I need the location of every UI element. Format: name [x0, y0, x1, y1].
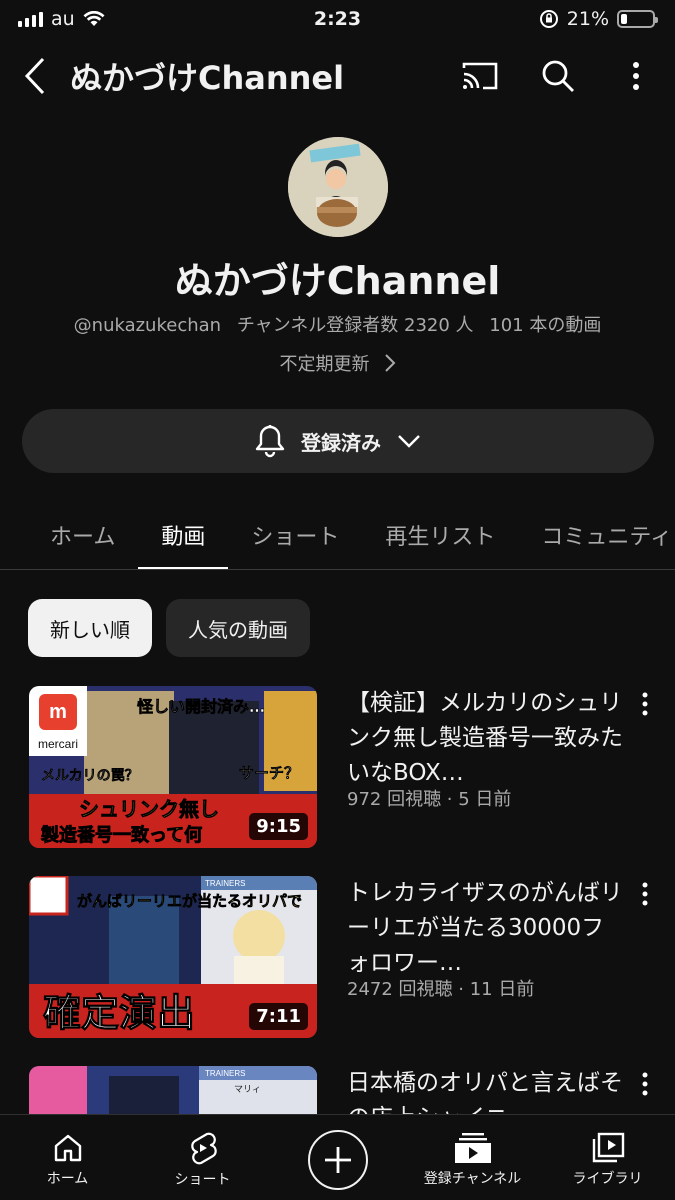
channel-avatar[interactable]: [288, 137, 388, 237]
more-vertical-icon: [633, 62, 639, 90]
video-menu-button[interactable]: [629, 876, 661, 912]
create-button[interactable]: [307, 1129, 368, 1190]
svg-text:m: m: [49, 701, 67, 723]
signal-icon: [18, 11, 43, 27]
thumb-text: 製造番号一致って何: [40, 824, 202, 846]
shorts-icon: [190, 1132, 217, 1164]
video-meta: 2472 回視聴 · 11 日前: [347, 979, 535, 1000]
tab-videos[interactable]: 動画: [138, 500, 229, 569]
back-button[interactable]: [0, 44, 70, 108]
channel-tabs: ホーム 動画 ショート 再生リスト コミュニティ: [0, 500, 675, 570]
thumb-text: 確定演出: [43, 990, 195, 1035]
subscriptions-icon: [454, 1132, 491, 1163]
video-thumbnail[interactable]: m mercari 怪しい開封済み… メルカリの罠？ サーチ？ シュリンク無し …: [29, 686, 317, 848]
video-duration: 7:11: [249, 1003, 308, 1030]
nav-home-label: ホーム: [46, 1170, 89, 1187]
more-vertical-icon: [642, 1072, 648, 1096]
carrier-label: au: [51, 8, 75, 30]
nav-shorts-label: ショート: [174, 1171, 231, 1188]
orientation-lock-icon: [539, 10, 558, 28]
page-title: ぬかづけChannel: [70, 59, 345, 97]
battery-icon: [617, 10, 658, 28]
more-vertical-icon: [642, 692, 648, 716]
tab-home[interactable]: ホーム: [0, 500, 138, 569]
cast-icon: [462, 62, 498, 90]
video-title[interactable]: トレカライザスのがんばリーリエが当たる30000フォロワー…: [347, 876, 625, 981]
nav-create[interactable]: [270, 1115, 405, 1200]
video-menu-button[interactable]: [629, 686, 661, 722]
thumb-brand: mercari: [38, 737, 78, 751]
sort-chips: 新しい順 人気の動画: [28, 599, 310, 657]
chevron-left-icon: [24, 57, 45, 95]
top-app-bar: ぬかづけChannel: [0, 44, 675, 108]
video-item[interactable]: m mercari 怪しい開封済み… メルカリの罠？ サーチ？ シュリンク無し …: [29, 686, 669, 848]
nav-home[interactable]: ホーム: [0, 1115, 135, 1200]
channel-stats: @nukazukechan チャンネル登録者数 2320 人 101 本の動画: [0, 311, 675, 337]
nav-shorts[interactable]: ショート: [135, 1115, 270, 1200]
status-bar: au 2:23 21%: [0, 0, 675, 38]
chevron-down-icon: [398, 435, 420, 448]
video-duration: 9:15: [249, 813, 308, 840]
channel-name: ぬかづけChannel: [174, 259, 501, 303]
video-thumbnail[interactable]: TRAINERS がんばリーリエが当たるオリパで 確定演出 7:11: [29, 876, 317, 1038]
tab-shorts[interactable]: ショート: [228, 500, 362, 569]
subscriber-count: チャンネル登録者数 2320 人: [236, 315, 474, 336]
video-title[interactable]: 【検証】メルカリのシュリンク無し製造番号一致みたいなBOX…: [347, 686, 625, 791]
video-count: 101 本の動画: [489, 315, 602, 336]
nav-library[interactable]: ライブラリ: [540, 1115, 675, 1200]
tab-community[interactable]: コミュニティ: [518, 500, 675, 569]
bell-icon: [255, 425, 285, 458]
subscribed-button[interactable]: 登録済み: [22, 409, 654, 473]
library-icon: [592, 1132, 624, 1162]
plus-icon: [324, 1146, 351, 1173]
video-menu-button[interactable]: [629, 1066, 661, 1102]
more-options-button[interactable]: [597, 44, 675, 108]
video-meta: 972 回視聴 · 5 日前: [347, 789, 512, 810]
bottom-navigation: ホーム ショート 登録チャンネル ライブラリ: [0, 1114, 675, 1200]
channel-handle: @nukazukechan: [73, 315, 222, 336]
thumb-text: 怪しい開封済み…: [137, 697, 265, 716]
avatar-illustration: [288, 137, 388, 237]
thumb-text: マリィ: [234, 1085, 261, 1095]
nav-library-label: ライブラリ: [572, 1170, 643, 1187]
channel-description: 不定期更新: [279, 354, 370, 375]
channel-description-link[interactable]: 不定期更新: [0, 350, 675, 376]
chip-newest[interactable]: 新しい順: [28, 599, 152, 657]
thumb-text: TRAINERS: [205, 879, 245, 888]
nav-subscriptions-label: 登録チャンネル: [423, 1170, 522, 1187]
more-vertical-icon: [642, 882, 648, 906]
subscribed-label: 登録済み: [301, 430, 381, 455]
cast-button[interactable]: [441, 44, 519, 108]
thumb-text: メルカリの罠？: [41, 768, 139, 784]
thumb-text: シュリンク無し: [79, 797, 219, 821]
search-button[interactable]: [519, 44, 597, 108]
thumb-text: サーチ？: [239, 764, 299, 782]
thumb-text: がんばリーリエが当たるオリパで: [77, 892, 302, 910]
chip-popular[interactable]: 人気の動画: [166, 599, 310, 657]
nav-subscriptions[interactable]: 登録チャンネル: [405, 1115, 540, 1200]
thumb-text: TRAINERS: [205, 1069, 245, 1078]
home-icon: [54, 1134, 81, 1161]
video-item[interactable]: TRAINERS がんばリーリエが当たるオリパで 確定演出 7:11 トレカライ…: [29, 876, 669, 1038]
search-icon: [542, 60, 574, 92]
tab-playlists[interactable]: 再生リスト: [362, 500, 518, 569]
wifi-icon: [83, 11, 105, 26]
chevron-right-icon: [384, 354, 395, 372]
battery-percent: 21%: [566, 8, 609, 30]
